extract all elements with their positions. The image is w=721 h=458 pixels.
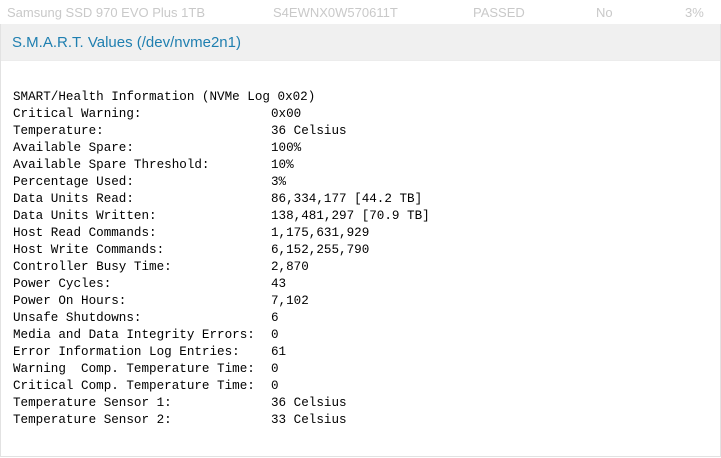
smart-attribute-row: Host Write Commands: 6,152,255,790 [13, 242, 369, 259]
smart-attribute-value: 36 Celsius [271, 396, 347, 410]
smart-attribute-value: 7,102 [271, 294, 309, 308]
smart-attribute-row: Data Units Written: 138,481,297 [70.9 TB] [13, 208, 430, 225]
smart-attribute-value: 86,334,177 [44.2 TB] [271, 192, 423, 206]
smart-attribute-label: Available Spare Threshold: [13, 158, 210, 172]
smart-attribute-label: Host Write Commands: [13, 243, 165, 257]
smart-attribute-row: Percentage Used: 3% [13, 174, 315, 191]
smart-attribute-row: Temperature Sensor 1: 36 Celsius [13, 395, 347, 412]
smart-attribute-label: Power On Hours: [13, 294, 127, 308]
panel-header: S.M.A.R.T. Values (/dev/nvme2n1) [1, 24, 720, 61]
device-list-row[interactable]: Samsung SSD 970 EVO Plus 1TB S4EWNX0W570… [0, 0, 721, 25]
smart-attribute-value: 10% [271, 158, 294, 172]
smart-attribute-row: Power On Hours: 7,102 [13, 293, 315, 310]
smart-attribute-label: Available Spare: [13, 141, 134, 155]
smart-attribute-label: Temperature Sensor 2: [13, 413, 172, 427]
smart-attribute-label: Unsafe Shutdowns: [13, 311, 142, 325]
smart-attribute-value: 3% [271, 175, 287, 189]
smart-output: SMART/Health Information (NVMe Log 0x02)… [13, 89, 430, 429]
smart-attribute-label: Warning Comp. Temperature Time: [13, 362, 255, 376]
smart-attribute-value: 0 [271, 362, 279, 376]
smart-attribute-value: 36 Celsius [271, 124, 347, 138]
smart-attribute-value: 0 [271, 328, 279, 342]
smart-attribute-value: 100% [271, 141, 302, 155]
device-flag: No [596, 5, 613, 20]
smart-attribute-row: Warning Comp. Temperature Time: 0 [13, 361, 315, 378]
smart-attribute-value: 6 [271, 311, 279, 325]
smart-attribute-value: 138,481,297 [70.9 TB] [271, 209, 430, 223]
smart-attribute-value: 0x00 [271, 107, 302, 121]
smart-attribute-value: 6,152,255,790 [271, 243, 370, 257]
smart-attribute-label: Host Read Commands: [13, 226, 157, 240]
smart-attribute-row: Temperature Sensor 2: 33 Celsius [13, 412, 347, 429]
smart-attribute-value: 1,175,631,929 [271, 226, 370, 240]
smart-attribute-row: Data Units Read: 86,334,177 [44.2 TB] [13, 191, 422, 208]
smart-attribute-row: Unsafe Shutdowns: 6 [13, 310, 315, 327]
smart-attribute-value: 33 Celsius [271, 413, 347, 427]
smart-attribute-label: Media and Data Integrity Errors: [13, 328, 255, 342]
panel-title: S.M.A.R.T. Values (/dev/nvme2n1) [12, 34, 241, 51]
smart-attribute-row: Temperature: 36 Celsius [13, 123, 347, 140]
smart-values-panel: S.M.A.R.T. Values (/dev/nvme2n1) SMART/H… [0, 24, 721, 457]
smart-heading: SMART/Health Information (NVMe Log 0x02) [13, 90, 316, 104]
smart-attribute-label: Temperature Sensor 1: [13, 396, 172, 410]
smart-attribute-row: Critical Warning: 0x00 [13, 106, 315, 123]
smart-attribute-value: 43 [271, 277, 287, 291]
device-percent-used: 3% [685, 5, 704, 20]
smart-attribute-row: Host Read Commands: 1,175,631,929 [13, 225, 369, 242]
smart-attribute-label: Error Information Log Entries: [13, 345, 240, 359]
smart-attribute-value: 0 [271, 379, 279, 393]
smart-attribute-row: Available Spare Threshold: 10% [13, 157, 315, 174]
smart-attribute-label: Controller Busy Time: [13, 260, 172, 274]
smart-attribute-label: Data Units Written: [13, 209, 157, 223]
device-name: Samsung SSD 970 EVO Plus 1TB [7, 5, 205, 20]
smart-attribute-label: Critical Comp. Temperature Time: [13, 379, 255, 393]
smart-attribute-row: Controller Busy Time: 2,870 [13, 259, 315, 276]
smart-attribute-label: Critical Warning: [13, 107, 142, 121]
device-status: PASSED [473, 5, 525, 20]
smart-attribute-row: Critical Comp. Temperature Time: 0 [13, 378, 315, 395]
smart-rows: Critical Warning: 0x00 Temperature: 36 Cels… [13, 106, 430, 429]
smart-attribute-value: 61 [271, 345, 287, 359]
smart-attribute-label: Temperature: [13, 124, 104, 138]
smart-attribute-row: Power Cycles: 43 [13, 276, 315, 293]
device-serial: S4EWNX0W570611T [273, 5, 398, 20]
smart-attribute-row: Error Information Log Entries: 61 [13, 344, 315, 361]
smart-attribute-label: Percentage Used: [13, 175, 134, 189]
smart-attribute-label: Power Cycles: [13, 277, 112, 291]
smart-attribute-row: Media and Data Integrity Errors: 0 [13, 327, 315, 344]
smart-attribute-label: Data Units Read: [13, 192, 134, 206]
smart-attribute-value: 2,870 [271, 260, 309, 274]
smart-attribute-row: Available Spare: 100% [13, 140, 315, 157]
